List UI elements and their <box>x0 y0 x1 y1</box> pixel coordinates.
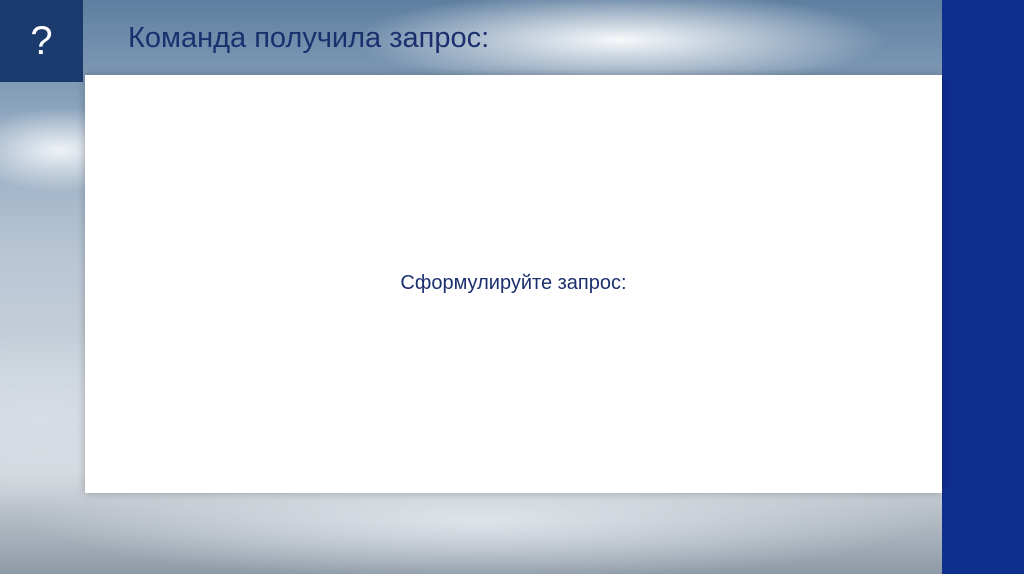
page-title: Команда получила запрос: <box>128 22 490 54</box>
question-mark-icon: ? <box>0 0 83 82</box>
prompt-text: Сформулируйте запрос: <box>400 272 627 294</box>
content-card: Сформулируйте запрос: <box>85 75 942 493</box>
right-accent-band <box>942 0 1024 574</box>
